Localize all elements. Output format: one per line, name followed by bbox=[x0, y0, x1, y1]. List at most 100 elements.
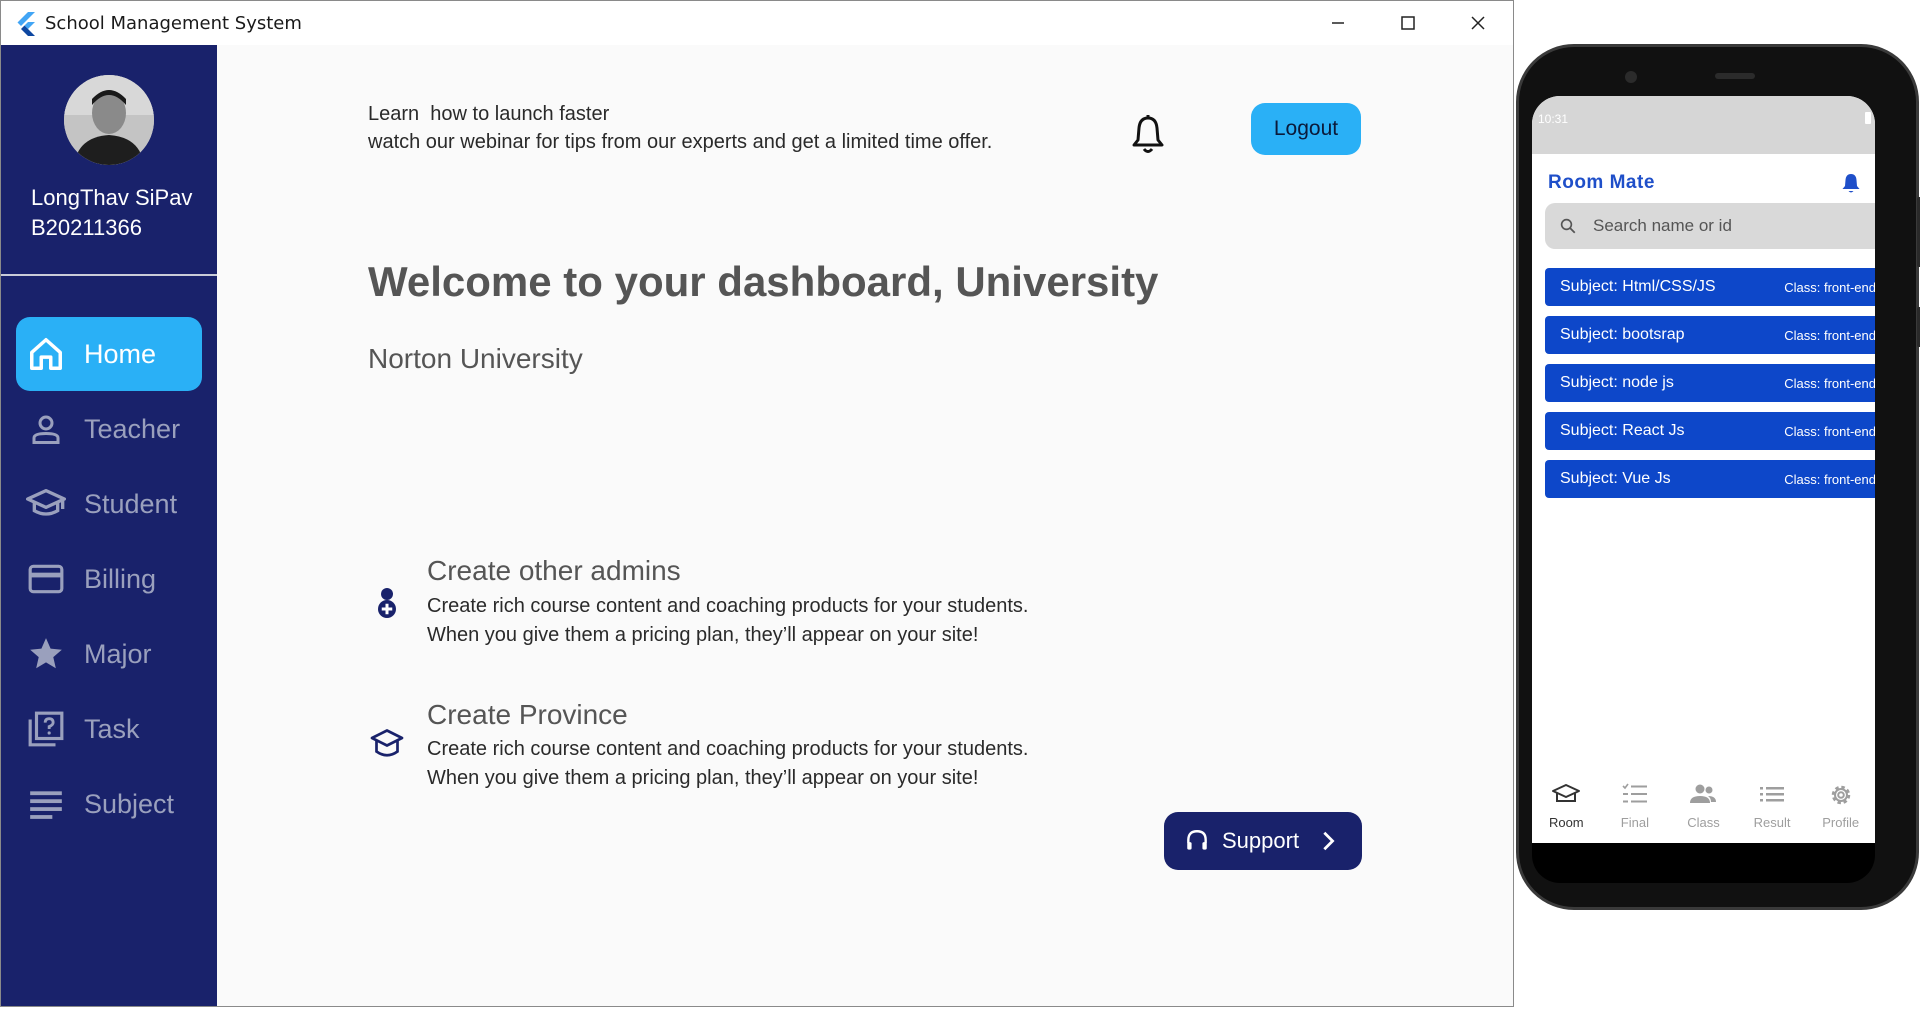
phone-chin bbox=[1532, 843, 1875, 883]
bottom-nav-profile[interactable]: Profile bbox=[1806, 775, 1875, 843]
phone-screen: 10:31 Room Mate Subject: Html/CSS/JS Cla… bbox=[1532, 96, 1875, 843]
page-title: Welcome to your dashboard, University bbox=[368, 258, 1159, 305]
promo-subtext: watch our webinar for tips from our expe… bbox=[368, 131, 993, 153]
feature-description-line: Create rich course content and coaching … bbox=[427, 595, 1029, 617]
notification-bell-icon[interactable] bbox=[1841, 172, 1861, 194]
bottom-nav-result[interactable]: Result bbox=[1738, 775, 1807, 843]
battery-icon bbox=[1865, 112, 1871, 124]
subject-card[interactable]: Subject: Vue Js Class: front-end bbox=[1545, 460, 1875, 498]
sidebar-item-major[interactable]: Major bbox=[16, 617, 202, 691]
front-camera bbox=[1625, 71, 1637, 83]
minimize-icon bbox=[1332, 22, 1344, 24]
search-icon bbox=[1560, 218, 1576, 234]
feature-description-line: When you give them a pricing plan, they’… bbox=[427, 767, 979, 789]
user-name: LongThav SiPav bbox=[31, 185, 193, 210]
subject-name: Subject: Vue Js bbox=[1560, 470, 1671, 487]
main-content: Learn how to launch faster watch our web… bbox=[217, 45, 1513, 1006]
window-controls bbox=[1303, 1, 1513, 45]
phone-app-title: Room Mate bbox=[1548, 172, 1655, 193]
sidebar-item-billing[interactable]: Billing bbox=[16, 542, 202, 616]
title-bar: School Management System bbox=[1, 1, 1513, 45]
close-icon bbox=[1471, 16, 1485, 30]
status-time: 10:31 bbox=[1538, 112, 1569, 126]
feature-description-line: When you give them a pricing plan, they’… bbox=[427, 624, 979, 646]
group-icon bbox=[1690, 784, 1717, 803]
bottom-nav-label: Class bbox=[1687, 815, 1720, 830]
bottom-navigation: Room Final Class Result Profile bbox=[1532, 775, 1875, 843]
sidebar-divider bbox=[1, 274, 217, 276]
sidebar: LongThav SiPav B20211366 Home Teacher St… bbox=[1, 45, 217, 1006]
support-label: Support bbox=[1222, 828, 1300, 853]
feature-title: Create Province bbox=[427, 699, 628, 730]
list-lines-icon bbox=[26, 784, 66, 824]
bottom-nav-final[interactable]: Final bbox=[1601, 775, 1670, 843]
bottom-nav-label: Final bbox=[1620, 815, 1649, 830]
graduation-cap-icon bbox=[26, 484, 66, 524]
star-icon bbox=[26, 634, 66, 674]
add-person-icon[interactable] bbox=[369, 585, 405, 621]
subject-class: Class: front-end bbox=[1784, 471, 1875, 487]
maximize-button[interactable] bbox=[1373, 1, 1443, 45]
subject-class: Class: front-end bbox=[1784, 279, 1875, 295]
window-title: School Management System bbox=[45, 12, 302, 34]
sidebar-item-subject[interactable]: Subject bbox=[16, 767, 202, 841]
university-name: Norton University bbox=[368, 343, 583, 374]
earpiece-speaker bbox=[1715, 73, 1755, 79]
bottom-nav-room[interactable]: Room bbox=[1532, 775, 1601, 843]
feature-title: Create other admins bbox=[427, 555, 681, 586]
sidebar-item-label: Teacher bbox=[84, 413, 181, 444]
maximize-icon bbox=[1401, 16, 1415, 30]
status-bar: 10:31 bbox=[1532, 96, 1875, 154]
search-bar[interactable] bbox=[1545, 203, 1875, 249]
subject-card[interactable]: Subject: node js Class: front-end bbox=[1545, 364, 1875, 402]
subject-name: Subject: bootsrap bbox=[1560, 326, 1685, 343]
bottom-nav-class[interactable]: Class bbox=[1669, 775, 1738, 843]
support-button[interactable]: Support bbox=[1164, 812, 1362, 870]
feature-description-line: Create rich course content and coaching … bbox=[427, 738, 1029, 760]
logout-button[interactable]: Logout bbox=[1251, 103, 1361, 155]
subject-card[interactable]: Subject: Html/CSS/JS Class: front-end bbox=[1545, 268, 1875, 306]
sidebar-item-student[interactable]: Student bbox=[16, 467, 202, 541]
search-input[interactable] bbox=[1591, 215, 1875, 237]
subject-name: Subject: React Js bbox=[1560, 422, 1685, 439]
sidebar-item-label: Billing bbox=[84, 563, 157, 594]
subject-class: Class: front-end bbox=[1784, 327, 1875, 343]
app-window: School Management System LongThav SiPav … bbox=[0, 0, 1514, 1007]
school-icon bbox=[1552, 784, 1581, 802]
sidebar-item-label: Major bbox=[84, 638, 152, 669]
sidebar-item-home[interactable]: Home bbox=[16, 317, 202, 391]
sidebar-item-task[interactable]: Task bbox=[16, 692, 202, 766]
subject-name: Subject: node js bbox=[1560, 374, 1674, 391]
subject-card[interactable]: Subject: React Js Class: front-end bbox=[1545, 412, 1875, 450]
user-photo-icon bbox=[64, 75, 154, 165]
bottom-nav-label: Result bbox=[1753, 815, 1791, 830]
list-icon bbox=[1760, 787, 1785, 802]
sidebar-item-label: Subject bbox=[84, 788, 175, 819]
gear-icon bbox=[1831, 785, 1850, 805]
minimize-button[interactable] bbox=[1303, 1, 1373, 45]
quiz-icon bbox=[26, 709, 66, 749]
subject-class: Class: front-end bbox=[1784, 423, 1875, 439]
close-button[interactable] bbox=[1443, 1, 1513, 45]
headset-icon bbox=[1187, 830, 1207, 850]
notification-bell-icon[interactable] bbox=[1130, 114, 1166, 156]
subject-card[interactable]: Subject: bootsrap Class: front-end bbox=[1545, 316, 1875, 354]
bottom-nav-label: Room bbox=[1548, 815, 1584, 830]
subject-class: Class: front-end bbox=[1784, 375, 1875, 391]
user-id: B20211366 bbox=[31, 215, 142, 240]
sidebar-item-label: Student bbox=[84, 488, 178, 519]
subject-name: Subject: Html/CSS/JS bbox=[1560, 278, 1716, 295]
school-icon[interactable] bbox=[369, 726, 405, 762]
phone-emulator: 10:31 Room Mate Subject: Html/CSS/JS Cla… bbox=[1516, 44, 1920, 910]
promo-headline: Learn how to launch faster bbox=[368, 103, 610, 125]
sidebar-item-teacher[interactable]: Teacher bbox=[16, 392, 202, 466]
chevron-right-icon bbox=[1323, 831, 1335, 851]
flutter-logo-icon bbox=[17, 12, 35, 36]
home-icon bbox=[26, 334, 66, 374]
sidebar-item-label: Home bbox=[84, 338, 157, 369]
checklist-icon bbox=[1622, 783, 1647, 803]
avatar bbox=[64, 75, 154, 165]
credit-card-icon bbox=[26, 559, 66, 599]
bottom-nav-label: Profile bbox=[1822, 815, 1860, 830]
person-icon bbox=[26, 409, 66, 449]
